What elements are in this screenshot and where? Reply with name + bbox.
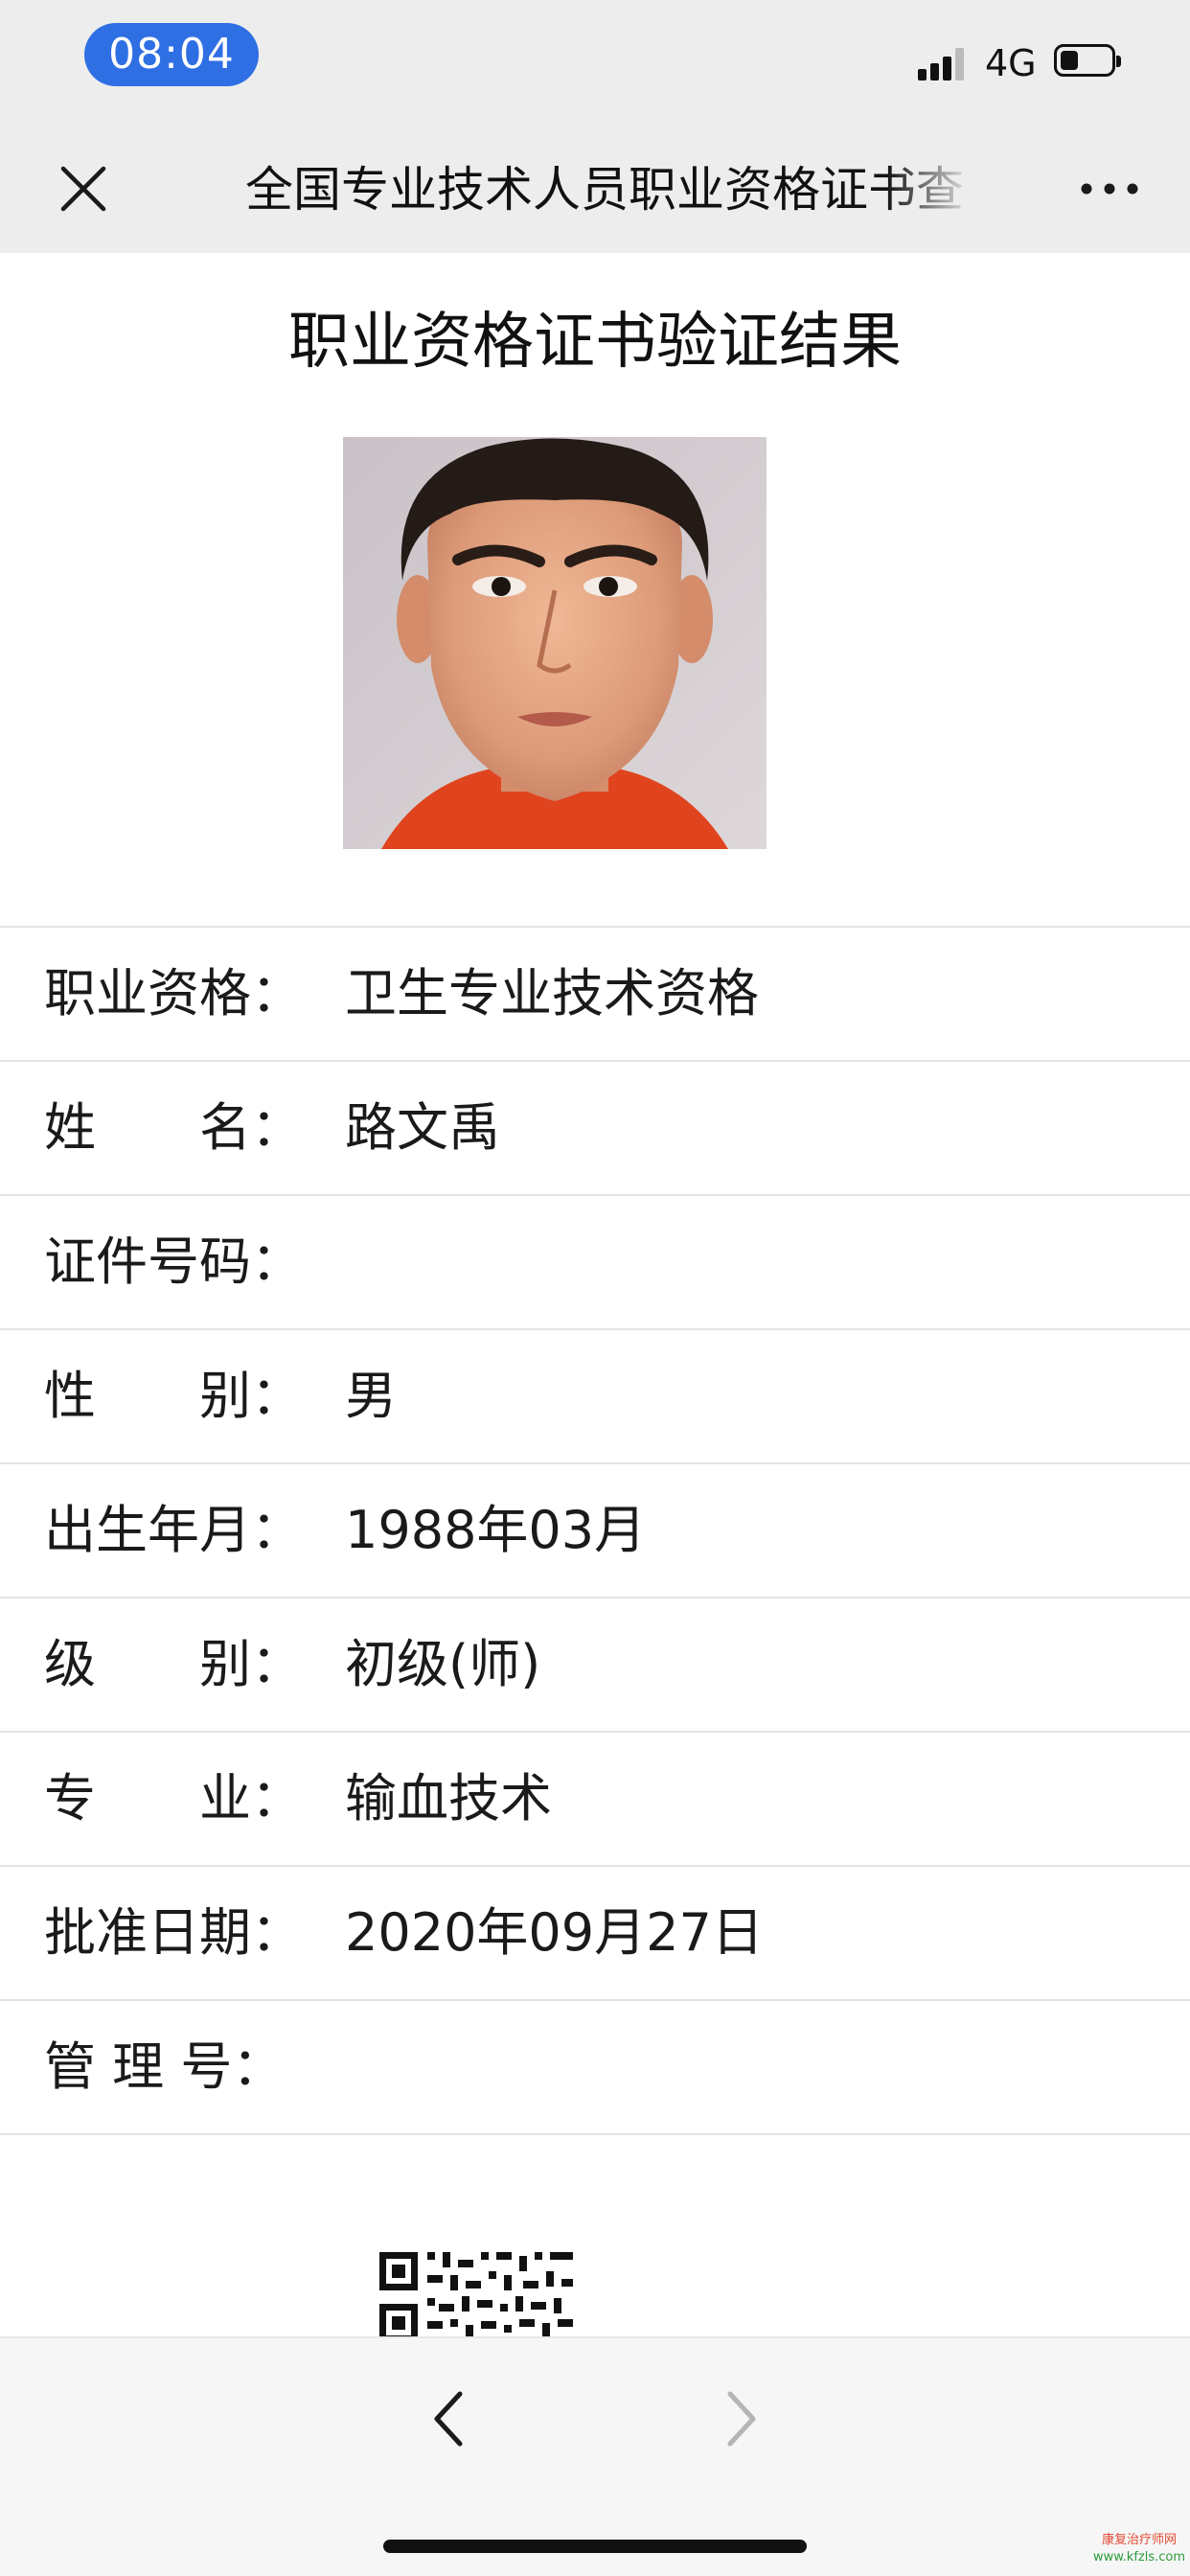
info-label: 性 别： <box>44 1366 303 1426</box>
qr-code[interactable] <box>379 2252 573 2336</box>
info-value: 1988年03月 <box>345 1500 647 1560</box>
info-label: 级 别： <box>44 1634 303 1694</box>
info-value: 输血技术 <box>345 1768 552 1828</box>
close-icon <box>60 166 106 212</box>
info-row-level: 级 别： 初级(师) <box>0 1597 1190 1731</box>
home-indicator[interactable] <box>383 2540 807 2553</box>
info-label: 证件号码： <box>44 1231 303 1292</box>
info-row-gender: 性 别： 男 <box>0 1328 1190 1462</box>
battery-level <box>1061 51 1078 70</box>
status-time[interactable]: 08:04 <box>84 23 259 86</box>
info-label: 专 业： <box>44 1768 303 1828</box>
nav-title: 全国专业技术人员职业资格证书查 <box>245 162 964 218</box>
info-row-birth: 出生年月： 1988年03月 <box>0 1462 1190 1597</box>
page-title: 职业资格证书验证结果 <box>288 307 902 378</box>
info-label: 姓 名： <box>44 1097 303 1158</box>
info-label: 批准日期： <box>44 1902 303 1963</box>
info-row-name: 姓 名： 路文禹 <box>0 1060 1190 1194</box>
site-watermark: 康复治疗师网 www.kfzls.com <box>1092 2532 1186 2566</box>
close-button[interactable] <box>50 155 117 222</box>
info-row-approval-date: 批准日期： 2020年09月27日 <box>0 1865 1190 1999</box>
battery-icon <box>1054 44 1121 77</box>
chevron-left-icon <box>434 2391 463 2447</box>
more-icon <box>1081 183 1138 195</box>
info-label: 出生年月： <box>44 1500 303 1560</box>
forward-button[interactable] <box>711 2380 770 2457</box>
info-row-qualification: 职业资格： 卫生专业技术资格 <box>0 926 1190 1060</box>
info-row-management-number: 管 理 号： <box>0 1999 1190 2135</box>
network-type: 4G <box>985 42 1037 84</box>
qr-code-icon <box>379 2252 573 2336</box>
info-value: 卫生专业技术资格 <box>345 963 759 1024</box>
nav-bar: 全国专业技术人员职业资格证书查 <box>0 126 1190 253</box>
chevron-right-icon <box>727 2391 756 2447</box>
info-row-id-number: 证件号码： <box>0 1194 1190 1328</box>
more-button[interactable] <box>1073 165 1150 213</box>
watermark-url: www.kfzls.com <box>1092 2550 1186 2564</box>
signal-bars-icon <box>918 46 968 80</box>
portrait-image <box>343 437 767 849</box>
watermark-name: 康复治疗师网 <box>1101 2533 1177 2547</box>
status-bar: 08:04 4G <box>0 0 1190 126</box>
info-row-specialty: 专 业： 输血技术 <box>0 1731 1190 1865</box>
back-button[interactable] <box>420 2380 479 2457</box>
info-label: 管 理 号： <box>44 2036 285 2097</box>
info-label: 职业资格： <box>44 963 303 1024</box>
certificate-info-list: 职业资格： 卫生专业技术资格 姓 名： 路文禹 证件号码： 性 别： 男 出生年… <box>0 926 1190 2135</box>
info-value: 男 <box>345 1366 397 1426</box>
info-value: 初级(师) <box>345 1634 541 1694</box>
info-value: 路文禹 <box>345 1097 500 1158</box>
id-photo <box>343 437 767 849</box>
info-value: 2020年09月27日 <box>345 1902 764 1963</box>
